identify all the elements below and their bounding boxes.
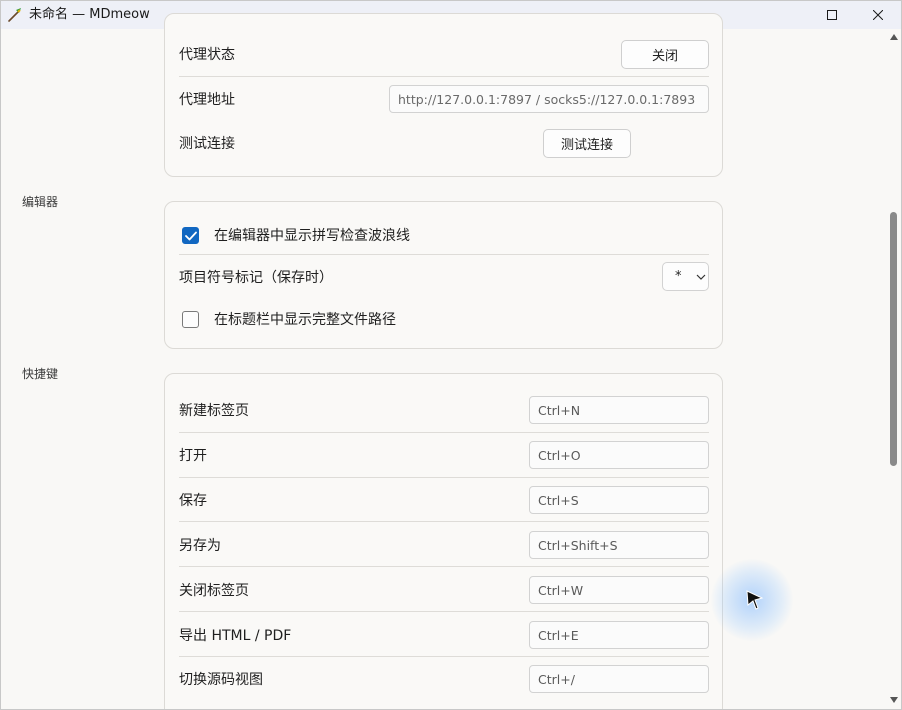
proxy-address-label: 代理地址: [179, 92, 235, 108]
shortcut-label: 新建标签页: [179, 403, 249, 419]
shortcut-label: 关闭标签页: [179, 583, 249, 599]
shortcut-label: 导出 HTML / PDF: [179, 628, 292, 644]
test-connection-button[interactable]: 测试连接: [543, 129, 631, 158]
proxy-status-button[interactable]: 关闭: [621, 40, 709, 69]
shortcut-input[interactable]: Ctrl+W: [529, 576, 709, 604]
divider: [179, 477, 709, 478]
scroll-down-arrow-icon[interactable]: [890, 697, 898, 703]
shortcut-label: 切换源码视图: [179, 672, 263, 688]
maximize-button[interactable]: [809, 1, 855, 29]
shortcut-input[interactable]: Ctrl+/: [529, 665, 709, 693]
shortcut-input[interactable]: Ctrl+S: [529, 486, 709, 514]
shortcut-label: 保存: [179, 493, 207, 509]
close-window-button[interactable]: [855, 1, 901, 29]
chevron-down-icon: [696, 274, 706, 280]
divider: [179, 521, 709, 522]
bullet-marker-select[interactable]: *: [662, 262, 709, 291]
shortcut-label: 打开: [179, 448, 207, 464]
shortcut-input[interactable]: Ctrl+N: [529, 396, 709, 424]
spellcheck-label: 在编辑器中显示拼写检查波浪线: [214, 228, 410, 244]
divider: [179, 76, 709, 77]
scroll-thumb[interactable]: [890, 212, 897, 466]
close-icon: [873, 10, 883, 20]
proxy-status-label: 代理状态: [179, 47, 235, 63]
divider: [179, 254, 709, 255]
fullpath-label: 在标题栏中显示完整文件路径: [214, 312, 396, 328]
bullet-marker-label: 项目符号标记（保存时）: [179, 270, 333, 286]
shortcut-input[interactable]: Ctrl+Shift+S: [529, 531, 709, 559]
quill-pen-icon: [7, 7, 23, 23]
divider: [179, 611, 709, 612]
bullet-marker-value: *: [675, 269, 682, 284]
scroll-up-arrow-icon[interactable]: [890, 34, 898, 40]
shortcut-input[interactable]: Ctrl+E: [529, 621, 709, 649]
vertical-scrollbar[interactable]: [887, 29, 901, 709]
divider: [179, 566, 709, 567]
mouse-pointer-icon: [746, 590, 764, 610]
editor-section-title: 编辑器: [21, 195, 60, 209]
test-connection-label: 测试连接: [179, 136, 235, 152]
spellcheck-checkbox[interactable]: [182, 227, 199, 244]
divider: [179, 432, 709, 433]
divider: [179, 656, 709, 657]
fullpath-checkbox[interactable]: [182, 311, 199, 328]
checkmark-icon: [184, 231, 197, 240]
proxy-address-input[interactable]: http://127.0.0.1:7897 / socks5://127.0.0…: [389, 85, 709, 113]
maximize-icon: [827, 10, 837, 20]
shortcuts-section-title: 快捷键: [21, 367, 60, 381]
shortcut-input[interactable]: Ctrl+O: [529, 441, 709, 469]
app-window: 未命名 — MDmeow 代理状态 关闭 代理地址 http://127.0.0…: [0, 0, 902, 710]
window-title: 未命名 — MDmeow: [29, 7, 150, 22]
shortcut-label: 另存为: [179, 538, 221, 554]
